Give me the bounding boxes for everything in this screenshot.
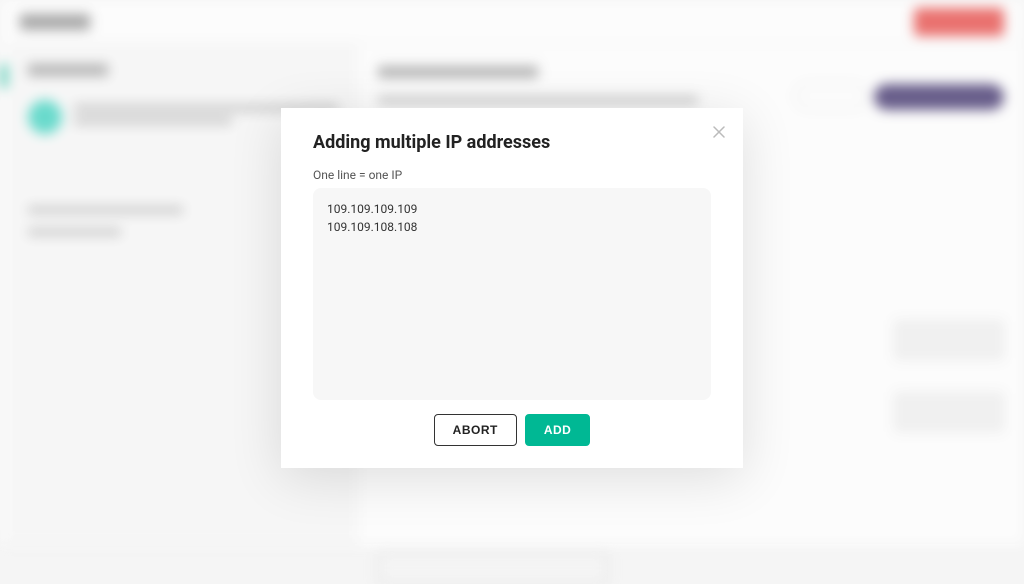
modal-hint: One line = one IP bbox=[313, 168, 711, 182]
close-icon[interactable] bbox=[707, 120, 731, 144]
modal-actions: ABORT ADD bbox=[313, 414, 711, 446]
add-button[interactable]: ADD bbox=[525, 414, 591, 446]
ip-addresses-textarea[interactable] bbox=[313, 188, 711, 400]
abort-button[interactable]: ABORT bbox=[434, 414, 517, 446]
modal-title: Adding multiple IP addresses bbox=[313, 132, 711, 153]
add-ip-modal: Adding multiple IP addresses One line = … bbox=[281, 108, 743, 468]
